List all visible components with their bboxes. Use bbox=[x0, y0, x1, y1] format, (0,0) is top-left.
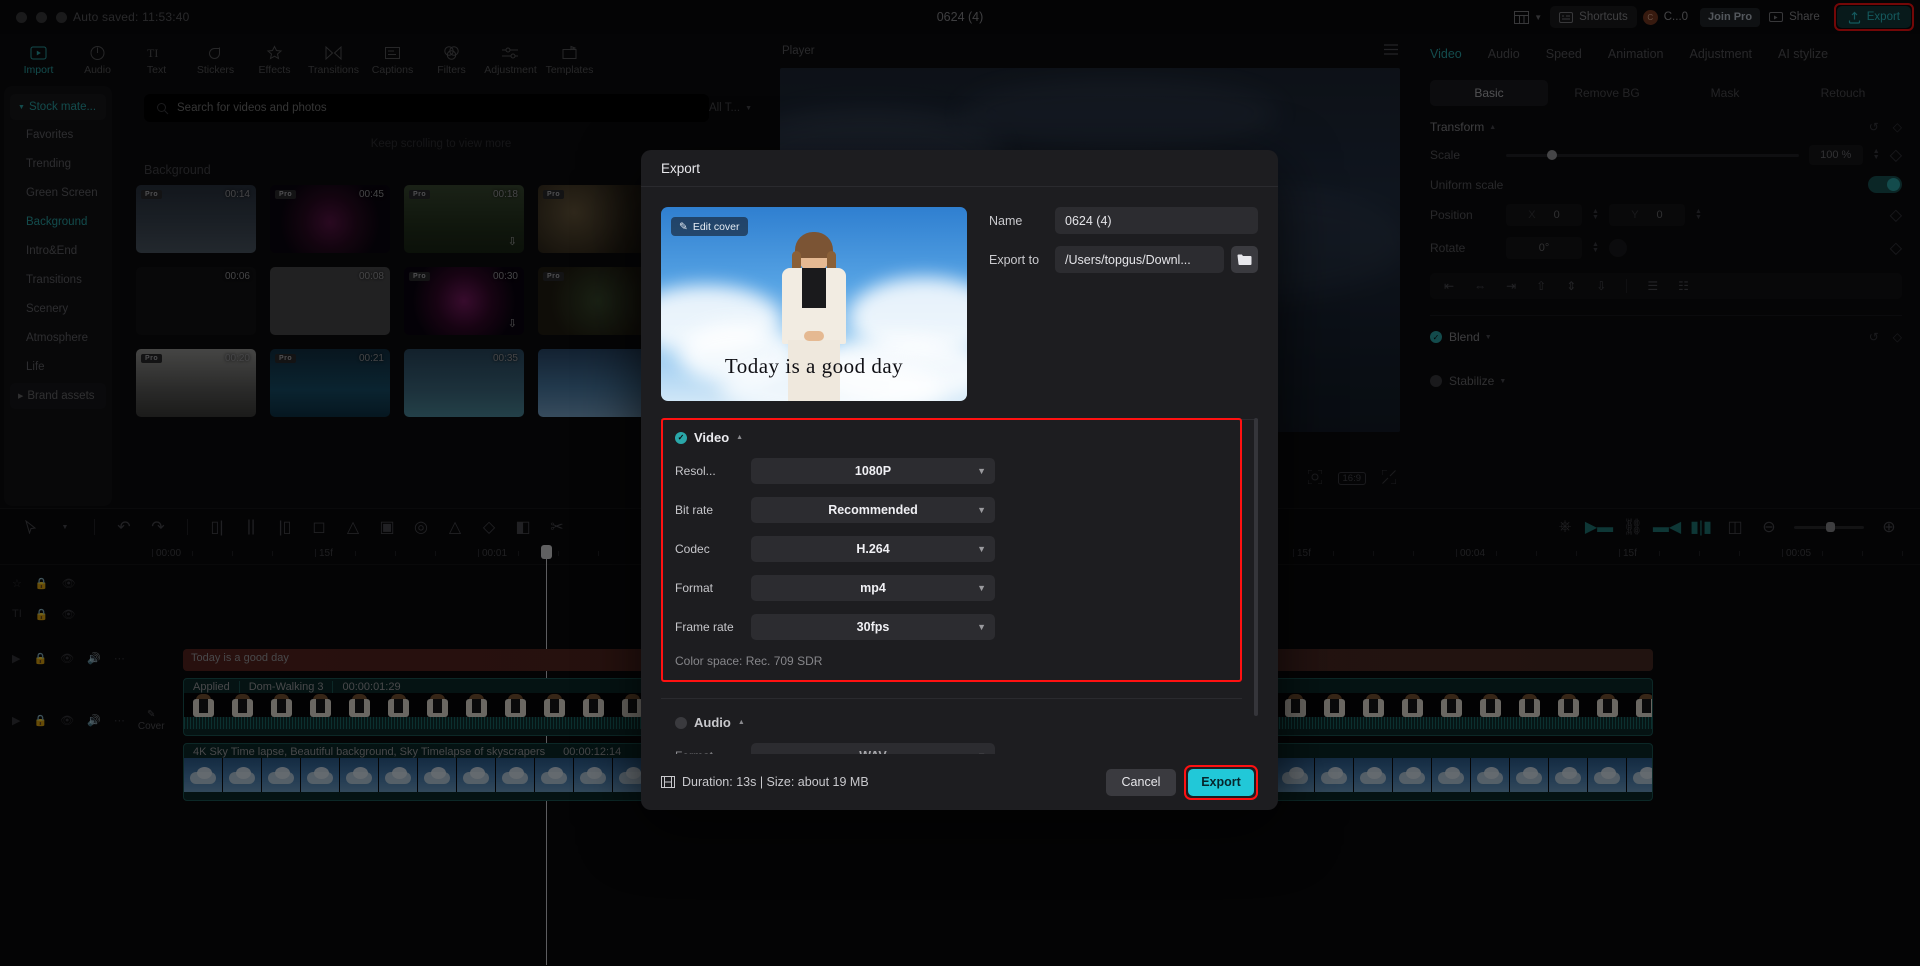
edit-cover-button[interactable]: ✎ Edit cover bbox=[671, 217, 748, 236]
resolution-select[interactable]: 1080P ▼ bbox=[751, 458, 995, 484]
edit-pencil-icon: ✎ bbox=[679, 220, 688, 233]
settings-scrollbar[interactable] bbox=[1254, 418, 1258, 716]
cancel-button[interactable]: Cancel bbox=[1106, 768, 1176, 796]
chevron-up-icon: ▲ bbox=[736, 434, 744, 441]
bitrate-row: Bit rate Recommended ▼ bbox=[675, 497, 1228, 523]
chevron-down-icon: ▼ bbox=[977, 544, 986, 554]
audio-format-select[interactable]: WAV ▼ bbox=[751, 743, 995, 754]
chevron-down-icon: ▼ bbox=[977, 622, 986, 632]
color-space-info: Color space: Rec. 709 SDR bbox=[675, 654, 823, 668]
chevron-up-icon: ▲ bbox=[737, 719, 745, 726]
framerate-row: Frame rate 30fps ▼ bbox=[675, 614, 1228, 640]
video-group-header: ✓ Video ▲ bbox=[675, 430, 1228, 445]
export-path-field[interactable]: /Users/topgus/Downl... bbox=[1055, 246, 1224, 273]
dialog-body: Today is a good day ✎ Edit cover Name 06… bbox=[641, 187, 1278, 401]
video-enable-checkbox[interactable]: ✓ bbox=[675, 431, 687, 444]
format-row: Format mp4 ▼ bbox=[675, 575, 1228, 601]
codec-value: H.264 bbox=[856, 542, 890, 556]
audio-format-row: Format WAV ▼ bbox=[675, 743, 1258, 754]
codec-row: Codec H.264 ▼ bbox=[675, 536, 1228, 562]
video-editor-app: Auto saved: 11:53:40 0624 (4) ▼ Shortcut… bbox=[0, 0, 1920, 966]
browse-folder-button[interactable] bbox=[1231, 246, 1258, 273]
framerate-label: Frame rate bbox=[675, 620, 734, 634]
video-settings-highlight: ✓ Video ▲ Resol... 1080P ▼ Bit rate Reco… bbox=[661, 418, 1242, 682]
chevron-down-icon: ▼ bbox=[977, 583, 986, 593]
folder-icon bbox=[1237, 254, 1252, 265]
audio-group-title: Audio bbox=[694, 715, 731, 730]
format-value: mp4 bbox=[860, 581, 886, 595]
bitrate-value: Recommended bbox=[828, 503, 918, 517]
film-icon bbox=[661, 776, 675, 788]
export-confirm-button[interactable]: Export bbox=[1188, 768, 1254, 796]
export-fields: Name 0624 (4) Export to /Users/topgus/Do… bbox=[989, 207, 1258, 401]
export-settings: ✓ Video ▲ Resol... 1080P ▼ Bit rate Reco… bbox=[661, 418, 1258, 754]
duration-text: Duration: 13s | Size: about 19 MB bbox=[682, 775, 869, 789]
duration-info: Duration: 13s | Size: about 19 MB bbox=[661, 775, 869, 789]
dialog-actions: Cancel Export bbox=[1106, 764, 1258, 800]
chevron-down-icon: ▼ bbox=[977, 466, 986, 476]
audio-settings-group: Audio ▲ Format WAV ▼ bbox=[661, 699, 1258, 754]
edit-cover-label: Edit cover bbox=[692, 220, 740, 233]
cover-preview[interactable]: Today is a good day ✎ Edit cover bbox=[661, 207, 967, 401]
resolution-value: 1080P bbox=[854, 464, 892, 478]
chevron-down-icon: ▼ bbox=[977, 505, 986, 515]
format-select[interactable]: mp4 ▼ bbox=[751, 575, 995, 601]
framerate-value: 30fps bbox=[856, 620, 890, 634]
name-label: Name bbox=[989, 213, 1023, 228]
dialog-title: Export bbox=[661, 160, 701, 176]
framerate-select[interactable]: 30fps ▼ bbox=[751, 614, 995, 640]
audio-enable-checkbox[interactable] bbox=[675, 716, 687, 729]
name-row: Name 0624 (4) bbox=[989, 207, 1258, 234]
codec-label: Codec bbox=[675, 542, 710, 556]
export-to-label: Export to bbox=[989, 252, 1040, 267]
bitrate-label: Bit rate bbox=[675, 503, 714, 517]
cover-caption: Today is a good day bbox=[724, 354, 904, 378]
export-to-row: Export to /Users/topgus/Downl... bbox=[989, 246, 1258, 273]
export-confirm-highlight: Export bbox=[1184, 764, 1258, 800]
resolution-row: Resol... 1080P ▼ bbox=[675, 458, 1228, 484]
codec-select[interactable]: H.264 ▼ bbox=[751, 536, 995, 562]
video-group-title: Video bbox=[694, 430, 730, 445]
name-field[interactable]: 0624 (4) bbox=[1055, 207, 1258, 234]
bitrate-select[interactable]: Recommended ▼ bbox=[751, 497, 995, 523]
resolution-label: Resol... bbox=[675, 464, 716, 478]
audio-group-header: Audio ▲ bbox=[675, 715, 1258, 730]
export-dialog: Export Today is a good day ✎ Edit cover … bbox=[641, 150, 1278, 810]
format-label: Format bbox=[675, 581, 714, 595]
dialog-footer: Duration: 13s | Size: about 19 MB Cancel… bbox=[641, 754, 1278, 810]
